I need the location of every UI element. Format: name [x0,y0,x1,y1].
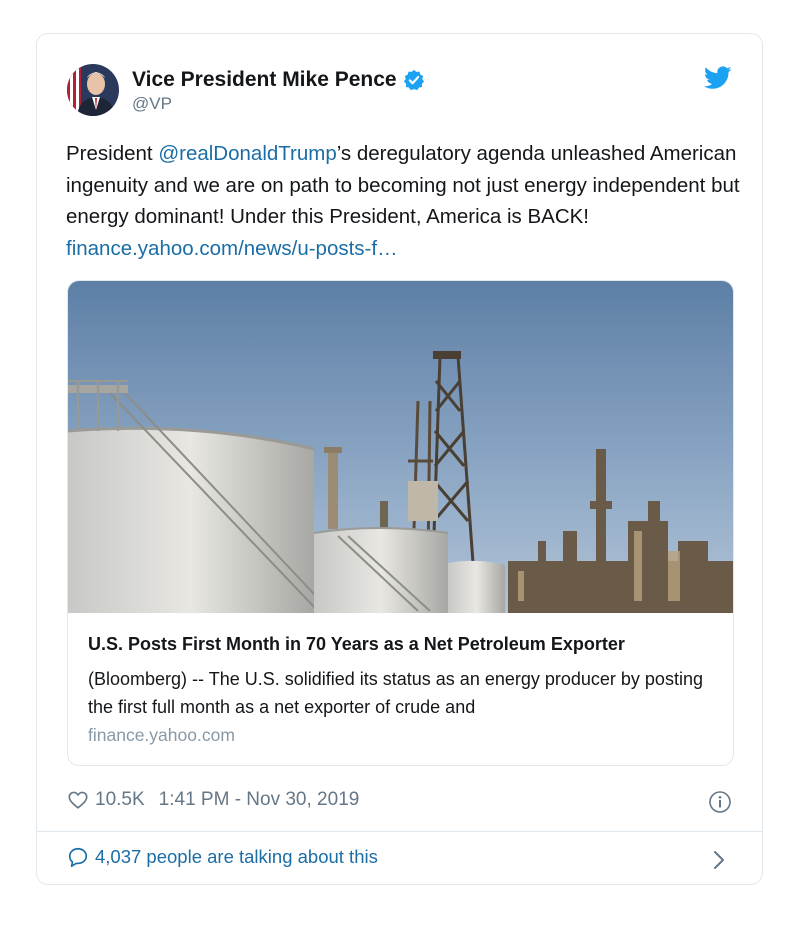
article-link[interactable]: finance.yahoo.com/news/u-posts-f… [66,237,398,260]
speech-bubble-icon [68,847,88,867]
author-handle[interactable]: @VP [132,94,172,114]
author-name[interactable]: Vice President Mike Pence [132,68,397,92]
talking-count[interactable]: 4,037 people are talking about this [95,846,378,868]
mention-link[interactable]: @realDonaldTrump [158,142,336,165]
avatar[interactable] [67,64,119,116]
divider [37,831,762,832]
tweet-meta-row: 10.5K 1:41 PM - Nov 30, 2019 [67,789,359,811]
tweet-text-start: President [66,142,159,165]
link-preview-card[interactable]: U.S. Posts First Month in 70 Years as a … [67,280,734,766]
author-name-row: Vice President Mike Pence [132,68,425,92]
tweet-text: President @realDonaldTrump’s deregulator… [66,138,746,264]
tweet-timestamp[interactable]: 1:41 PM - Nov 30, 2019 [159,789,360,811]
twitter-bird-icon[interactable] [704,66,732,90]
card-description: (Bloomberg) -- The U.S. solidified its s… [88,669,703,717]
chevron-right-icon[interactable] [712,849,726,871]
card-title: U.S. Posts First Month in 70 Years as a … [88,634,625,654]
heart-icon[interactable] [67,789,89,811]
card-domain: finance.yahoo.com [88,725,235,745]
like-count[interactable]: 10.5K [95,789,145,811]
conversation-link[interactable]: 4,037 people are talking about this [67,846,378,868]
info-icon[interactable] [708,790,732,814]
verified-badge-icon [403,69,424,91]
refinery-image [68,281,733,613]
tweet-embed-card: Vice President Mike Pence @VP President … [36,33,763,885]
